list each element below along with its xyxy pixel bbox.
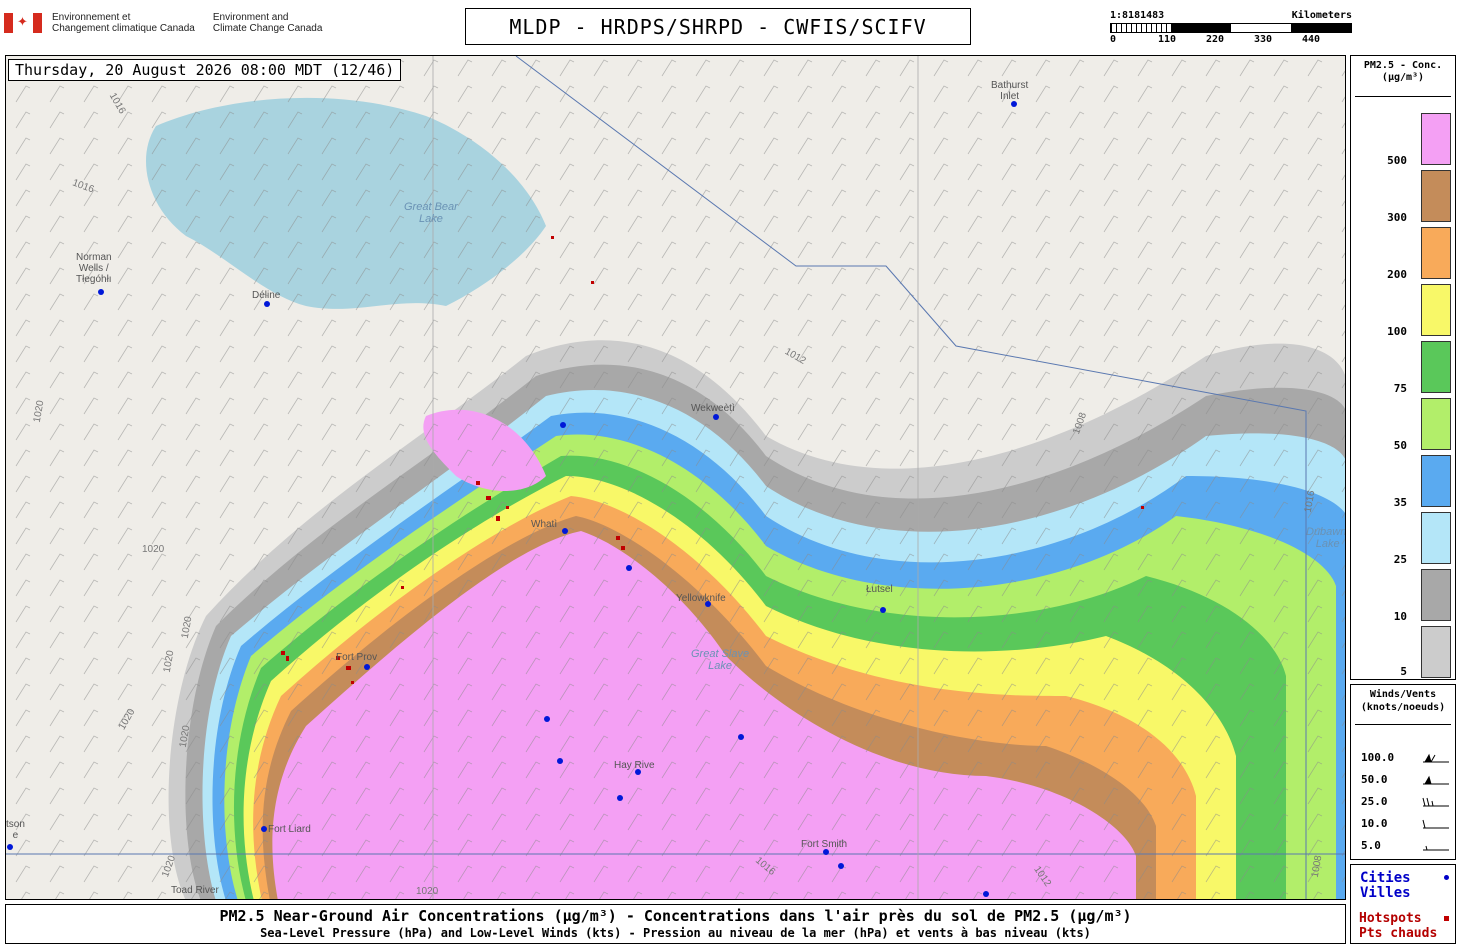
caption-line-2: Sea-Level Pressure (hPa) and Low-Level W… (260, 926, 1091, 940)
city-dot[interactable] (264, 301, 270, 307)
wind-barb-icon (1422, 797, 1449, 806)
place-label: Norman Wells / Tłegóhłı (76, 252, 112, 285)
legend-level: 50 (1393, 439, 1407, 452)
cities-legend-label: Cities Villes (1360, 870, 1411, 901)
lake-label: Great Slave Lake (691, 648, 750, 672)
city-dot[interactable] (838, 863, 844, 869)
wind-barb-icon (1423, 845, 1449, 850)
city-dot[interactable] (823, 849, 829, 855)
city-dot[interactable] (1011, 101, 1017, 107)
city-dot[interactable] (880, 607, 886, 613)
place-label: Hay Rive (614, 760, 655, 771)
city-dot[interactable] (705, 601, 711, 607)
scale-tick: 220 (1206, 34, 1225, 45)
hotspot-square-icon (1444, 916, 1449, 921)
city-dot[interactable] (713, 414, 719, 420)
isobar-label: 1020 (416, 886, 439, 897)
legend-swatch-200 (1421, 227, 1451, 279)
place-label: Łutsel (866, 584, 893, 595)
wind-barb-icon (1422, 819, 1449, 828)
wind-barb-icon (1423, 775, 1449, 784)
scale-tick: 0 (1110, 34, 1117, 45)
map-caption: PM2.5 Near-Ground Air Concentrations (µg… (5, 904, 1346, 944)
legend-swatch-10 (1421, 569, 1451, 621)
scale-tick: 330 (1254, 34, 1273, 45)
page-title: MLDP - HRDPS/SHRPD - CWFIS/SCIFV (465, 8, 971, 45)
map-canvas[interactable]: Great Bear Lake Great Slave Lake Dubawnt La… (5, 55, 1346, 900)
city-dot-icon (1444, 875, 1449, 880)
place-label: Yellowknife (676, 593, 726, 604)
lake-label: Dubawnt Lake (1306, 526, 1346, 550)
city-dot[interactable] (617, 795, 623, 801)
place-label: Wekweètì (691, 403, 735, 414)
city-dot[interactable] (364, 664, 370, 670)
scale-tick: 110 (1158, 34, 1177, 45)
scale-bar: 1:8181483 Kilometers 0 110 220 330 440 (1110, 10, 1352, 46)
legend-swatch-35 (1421, 455, 1451, 507)
scale-graphic (1110, 23, 1352, 33)
legend-swatch-5 (1421, 626, 1451, 678)
legend-level: 35 (1393, 496, 1407, 509)
lake-label: Great Bear Lake (404, 201, 458, 225)
legend-level: 75 (1393, 382, 1407, 395)
government-of-canada-signature: ✦ Environnement et Changement climatique … (4, 12, 322, 34)
legend-level: 5 (1400, 665, 1407, 678)
wind-legend-row: 25.0 (1361, 795, 1451, 808)
place-label: Bathurst Inlet (991, 80, 1029, 102)
city-dot[interactable] (626, 565, 632, 571)
place-label: Whatì (531, 519, 558, 530)
forecast-timestamp: Thursday, 20 August 2026 08:00 MDT (12/4… (8, 59, 402, 81)
legend-swatch-300 (1421, 170, 1451, 222)
legend-swatch-75 (1421, 341, 1451, 393)
city-dot[interactable] (635, 769, 641, 775)
scale-ratio: 1:8181483 (1110, 10, 1165, 21)
gov-name-fr: Environnement et Changement climatique Ca… (52, 12, 195, 34)
canada-flag-icon: ✦ (4, 13, 42, 33)
place-label: Fort Prov (336, 652, 378, 663)
city-dot[interactable] (98, 289, 104, 295)
city-dot[interactable] (544, 716, 550, 722)
legend-level: 300 (1387, 211, 1407, 224)
pm25-legend-header: PM2.5 - Conc. (µg/m³) (1363, 60, 1443, 83)
isobar-label: 1020 (142, 544, 165, 555)
map-layers (6, 56, 1345, 899)
city-dot[interactable] (983, 891, 989, 897)
city-dot[interactable] (261, 826, 267, 832)
legend-level: 25 (1393, 553, 1407, 566)
legend-level: 200 (1387, 268, 1407, 281)
legend-swatch-500 (1421, 113, 1451, 165)
legend-swatch-50 (1421, 398, 1451, 450)
wind-legend-header: Winds/Vents (knots/noeuds) (1360, 689, 1446, 713)
legend-level: 100 (1387, 325, 1407, 338)
legend-swatch-100 (1421, 284, 1451, 336)
legend-level: 500 (1387, 154, 1407, 167)
wind-barb-icon (1423, 753, 1449, 762)
legend-level: 10 (1393, 610, 1407, 623)
wind-legend-row: 5.0 (1361, 839, 1451, 852)
city-dot[interactable] (560, 422, 566, 428)
city-dot[interactable] (557, 758, 563, 764)
place-label: tson e (6, 819, 25, 841)
scale-unit: Kilometers (1291, 10, 1352, 21)
pm25-legend: PM2.5 - Conc. (µg/m³) 500 300 200 100 75 … (1350, 55, 1456, 680)
place-label: Fort Liard (268, 824, 311, 835)
wind-legend: Winds/Vents (knots/noeuds) 100.0 50.0 25.… (1350, 684, 1456, 860)
legend-swatch-25 (1421, 512, 1451, 564)
wind-legend-row: 50.0 (1361, 773, 1451, 786)
city-dot[interactable] (738, 734, 744, 740)
wind-legend-row: 100.0 (1361, 751, 1451, 764)
hotspots-legend-label: Hotspots Pts chauds (1359, 911, 1438, 941)
city-dot[interactable] (562, 528, 568, 534)
scale-tick: 440 (1302, 34, 1321, 45)
symbol-legend: Cities Villes Hotspots Pts chauds (1350, 864, 1456, 944)
caption-line-1: PM2.5 Near-Ground Air Concentrations (µg… (219, 907, 1132, 925)
gov-name-en: Environment and Climate Change Canada (212, 12, 323, 34)
place-label: Déline (252, 290, 281, 301)
place-label: Toad River (171, 885, 219, 896)
city-dot[interactable] (7, 844, 13, 850)
wind-legend-row: 10.0 (1361, 817, 1451, 830)
